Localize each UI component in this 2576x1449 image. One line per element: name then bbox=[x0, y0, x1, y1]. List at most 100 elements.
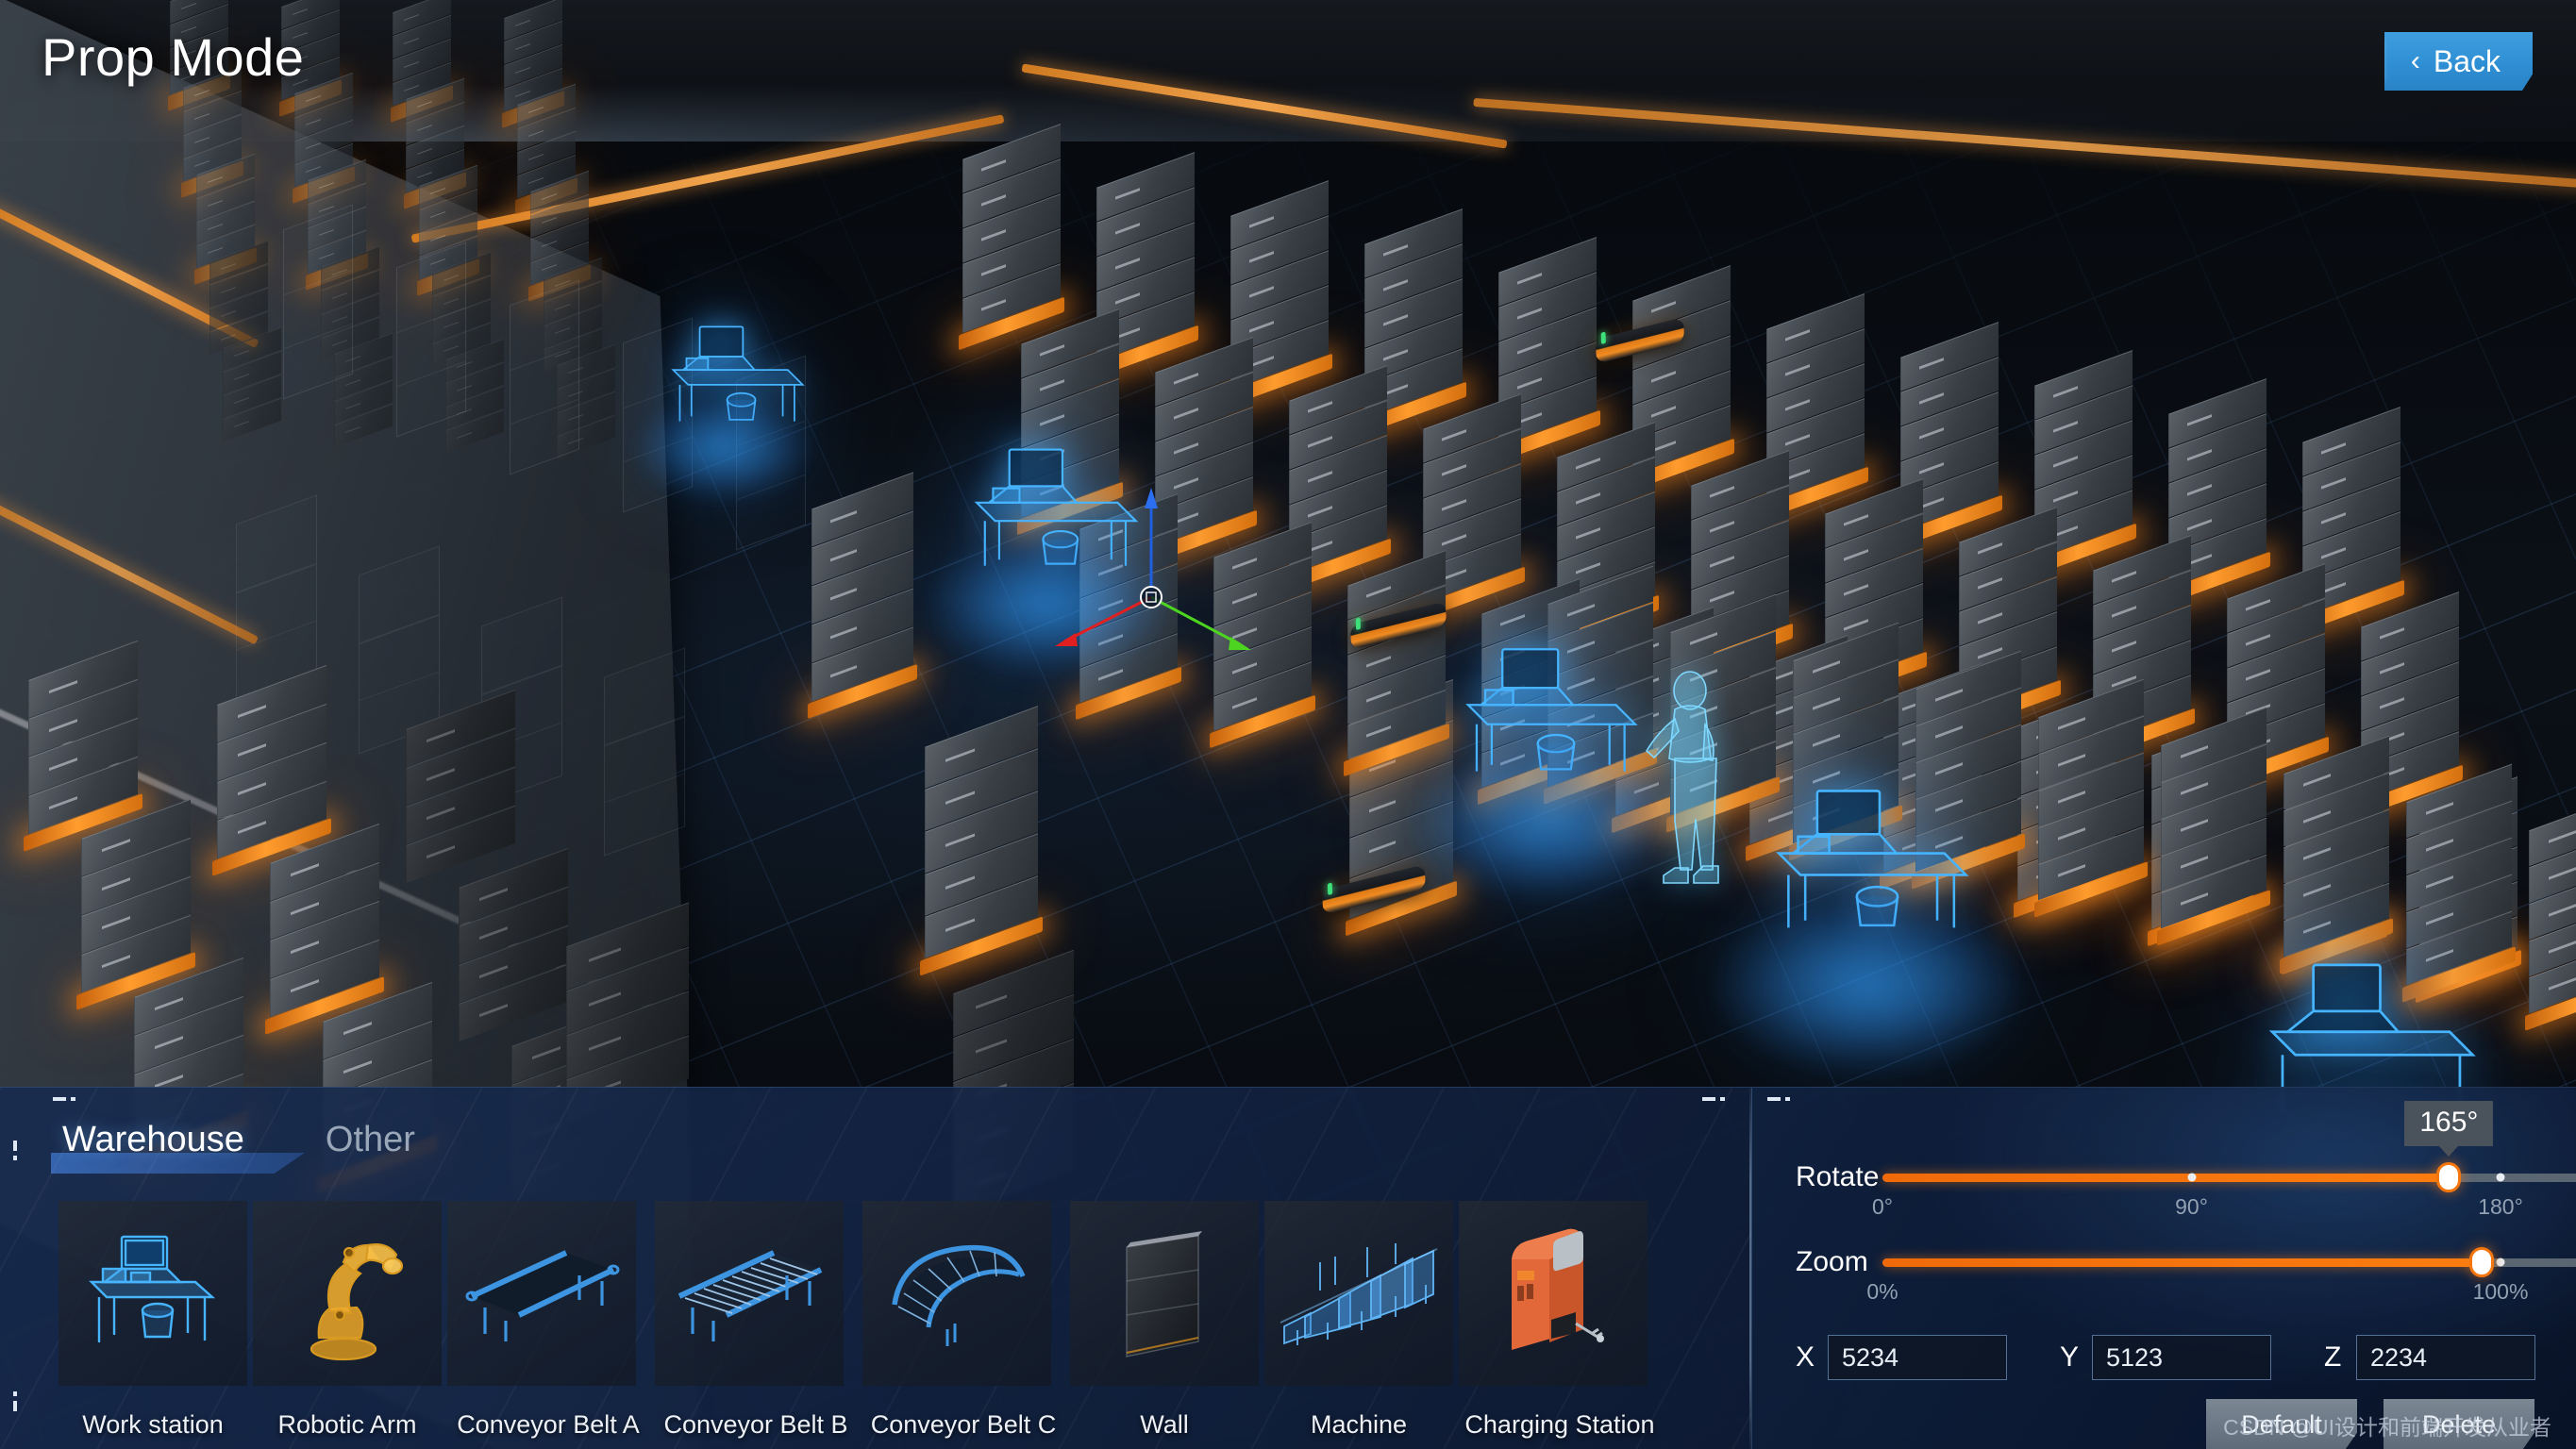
zoom-tick-label: 100% bbox=[2472, 1278, 2529, 1304]
back-button[interactable]: ‹ Back bbox=[2384, 32, 2533, 91]
coordinate-input-x[interactable] bbox=[1828, 1335, 2007, 1380]
rotate-tick-dot bbox=[2187, 1173, 2196, 1182]
coordinate-group-x: X bbox=[1796, 1335, 2007, 1380]
pallet-stack bbox=[920, 706, 1043, 976]
pallet-stack bbox=[223, 326, 281, 458]
hologram-workstation-selected[interactable] bbox=[1413, 642, 1681, 896]
library-tab-warehouse[interactable]: Warehouse bbox=[51, 1120, 305, 1174]
conveyor-belt-flat-icon bbox=[464, 1241, 620, 1345]
prop-item-conveyor-belt-b[interactable]: Conveyor Belt B bbox=[655, 1201, 857, 1440]
prop-thumbnail[interactable] bbox=[59, 1201, 247, 1386]
rotate-tick-label: 180° bbox=[2478, 1193, 2523, 1219]
prop-thumbnail[interactable] bbox=[253, 1201, 442, 1386]
rotate-tick-label: 0° bbox=[1872, 1193, 1893, 1219]
prop-item-label: Charging Station bbox=[1464, 1410, 1655, 1439]
prop-thumbnail-strip: Work station Robotic Arm Conveyor Belt A bbox=[59, 1201, 1661, 1440]
pallet-stack bbox=[2279, 735, 2394, 975]
zoom-slider-fill bbox=[1882, 1257, 2483, 1267]
zoom-slider[interactable]: 0%100%200% bbox=[1866, 1247, 2576, 1304]
prop-item-label: Conveyor Belt A bbox=[457, 1410, 640, 1439]
panel-corner-marker bbox=[53, 1097, 77, 1122]
pallet-stack bbox=[1343, 550, 1450, 777]
pallet-stack bbox=[2156, 707, 2271, 947]
panel-corner-marker bbox=[1767, 1097, 1792, 1122]
rotate-tick-dot bbox=[2496, 1173, 2505, 1182]
empty-rack bbox=[604, 647, 685, 857]
rotate-slider[interactable]: 165° 0°90°180°270°360° bbox=[1872, 1100, 2576, 1219]
panel-corner-marker bbox=[1702, 1097, 1727, 1122]
pallet-stack bbox=[2033, 678, 2149, 919]
coordinate-axis-label-x: X bbox=[1796, 1341, 1815, 1373]
chevron-left-icon: ‹ bbox=[2410, 45, 2420, 76]
charging-station-icon bbox=[1495, 1222, 1613, 1365]
prop-thumbnail[interactable] bbox=[1459, 1201, 1648, 1386]
prop-item-machine[interactable]: Machine bbox=[1264, 1201, 1453, 1440]
prop-item-conveyor-belt-c[interactable]: Conveyor Belt C bbox=[862, 1201, 1064, 1440]
zoom-tick-label: 0% bbox=[1866, 1278, 1899, 1304]
zoom-slider-knob[interactable] bbox=[2469, 1247, 2495, 1277]
rotate-slider-fill bbox=[1882, 1173, 2450, 1182]
ceiling-band bbox=[0, 0, 2576, 142]
prop-item-robotic-arm[interactable]: Robotic Arm bbox=[253, 1201, 442, 1440]
zoom-slider-row: Zoom 0%100%200% bbox=[1796, 1246, 2576, 1304]
prop-item-label: Work station bbox=[82, 1410, 224, 1439]
rotate-label: Rotate bbox=[1796, 1161, 1880, 1192]
rotate-tick-label: 90° bbox=[2175, 1193, 2208, 1219]
coordinate-group-z: Z bbox=[2324, 1335, 2535, 1380]
robotic-arm-icon bbox=[291, 1224, 404, 1362]
hologram-workstation[interactable] bbox=[1715, 784, 2021, 1070]
prop-item-wall[interactable]: Wall bbox=[1070, 1201, 1259, 1440]
panel-corner-marker bbox=[13, 1141, 38, 1165]
prop-item-label: Robotic Arm bbox=[277, 1410, 417, 1439]
coordinate-inputs-row: X Y Z bbox=[1796, 1335, 2535, 1380]
hologram-worker bbox=[1637, 670, 1741, 891]
rotate-slider-row: Rotate 165° 0°90°180°270°360° bbox=[1796, 1100, 2576, 1219]
prop-mode-screen: Prop Mode ‹ Back Warehouse Other Work sta… bbox=[0, 0, 2576, 1449]
hologram-workstation[interactable] bbox=[636, 324, 815, 498]
prop-item-conveyor-belt-a[interactable]: Conveyor Belt A bbox=[447, 1201, 649, 1440]
prop-thumbnail[interactable] bbox=[862, 1201, 1051, 1386]
page-title: Prop Mode bbox=[42, 27, 305, 87]
library-tab-label: Other bbox=[325, 1120, 415, 1159]
prop-control-panel: Rotate 165° 0°90°180°270°360° Zoom bbox=[1751, 1087, 2576, 1449]
prop-item-label: Wall bbox=[1140, 1410, 1189, 1439]
zoom-tick-dot bbox=[2496, 1257, 2505, 1267]
coordinate-input-z[interactable] bbox=[2356, 1335, 2535, 1380]
wall-panel-icon bbox=[1108, 1223, 1221, 1364]
prop-thumbnail[interactable] bbox=[447, 1201, 636, 1386]
empty-rack bbox=[283, 204, 353, 400]
rotate-slider-knob[interactable] bbox=[2436, 1162, 2462, 1192]
rotate-value-bubble: 165° bbox=[2404, 1100, 2494, 1146]
rotate-slider-track[interactable] bbox=[1882, 1162, 2576, 1192]
prop-thumbnail[interactable] bbox=[655, 1201, 844, 1386]
back-button-label: Back bbox=[2433, 43, 2501, 78]
panel-corner-marker bbox=[13, 1387, 38, 1411]
pallet-stack bbox=[807, 472, 918, 720]
transform-gizmo[interactable] bbox=[1029, 448, 1283, 670]
workstation-hologram-icon bbox=[82, 1231, 224, 1356]
empty-rack bbox=[396, 242, 466, 438]
library-tab-other[interactable]: Other bbox=[326, 1120, 415, 1172]
conveyor-belt-roller-icon bbox=[672, 1241, 828, 1345]
prop-item-label: Conveyor Belt C bbox=[870, 1410, 1057, 1439]
prop-item-label: Machine bbox=[1310, 1410, 1408, 1439]
prop-item-work-station[interactable]: Work station bbox=[59, 1201, 247, 1440]
library-tabs: Warehouse Other bbox=[51, 1120, 415, 1174]
coordinate-group-y: Y bbox=[2060, 1335, 2271, 1380]
watermark: CSDN @UI设计和前端开发从业者 bbox=[2223, 1415, 2551, 1440]
coordinate-input-y[interactable] bbox=[2092, 1335, 2271, 1380]
zoom-slider-ticks: 0%100%200% bbox=[1866, 1278, 2576, 1307]
prop-item-label: Conveyor Belt B bbox=[663, 1410, 848, 1439]
pallet-stack bbox=[2524, 791, 2576, 1032]
coordinate-axis-label-y: Y bbox=[2060, 1341, 2080, 1373]
zoom-label: Zoom bbox=[1796, 1246, 1868, 1277]
conveyor-belt-curved-icon bbox=[881, 1237, 1032, 1350]
pallet-stack bbox=[958, 124, 1065, 351]
prop-thumbnail[interactable] bbox=[1070, 1201, 1259, 1386]
rotate-slider-ticks: 0°90°180°270°360° bbox=[1872, 1193, 2576, 1223]
prop-library-panel: Warehouse Other Work station Robotic Arm bbox=[0, 1087, 1751, 1449]
prop-thumbnail[interactable] bbox=[1264, 1201, 1453, 1386]
prop-item-charging-station[interactable]: Charging Station bbox=[1459, 1201, 1661, 1440]
coordinate-axis-label-z: Z bbox=[2324, 1341, 2342, 1373]
zoom-slider-track[interactable] bbox=[1882, 1247, 2576, 1277]
